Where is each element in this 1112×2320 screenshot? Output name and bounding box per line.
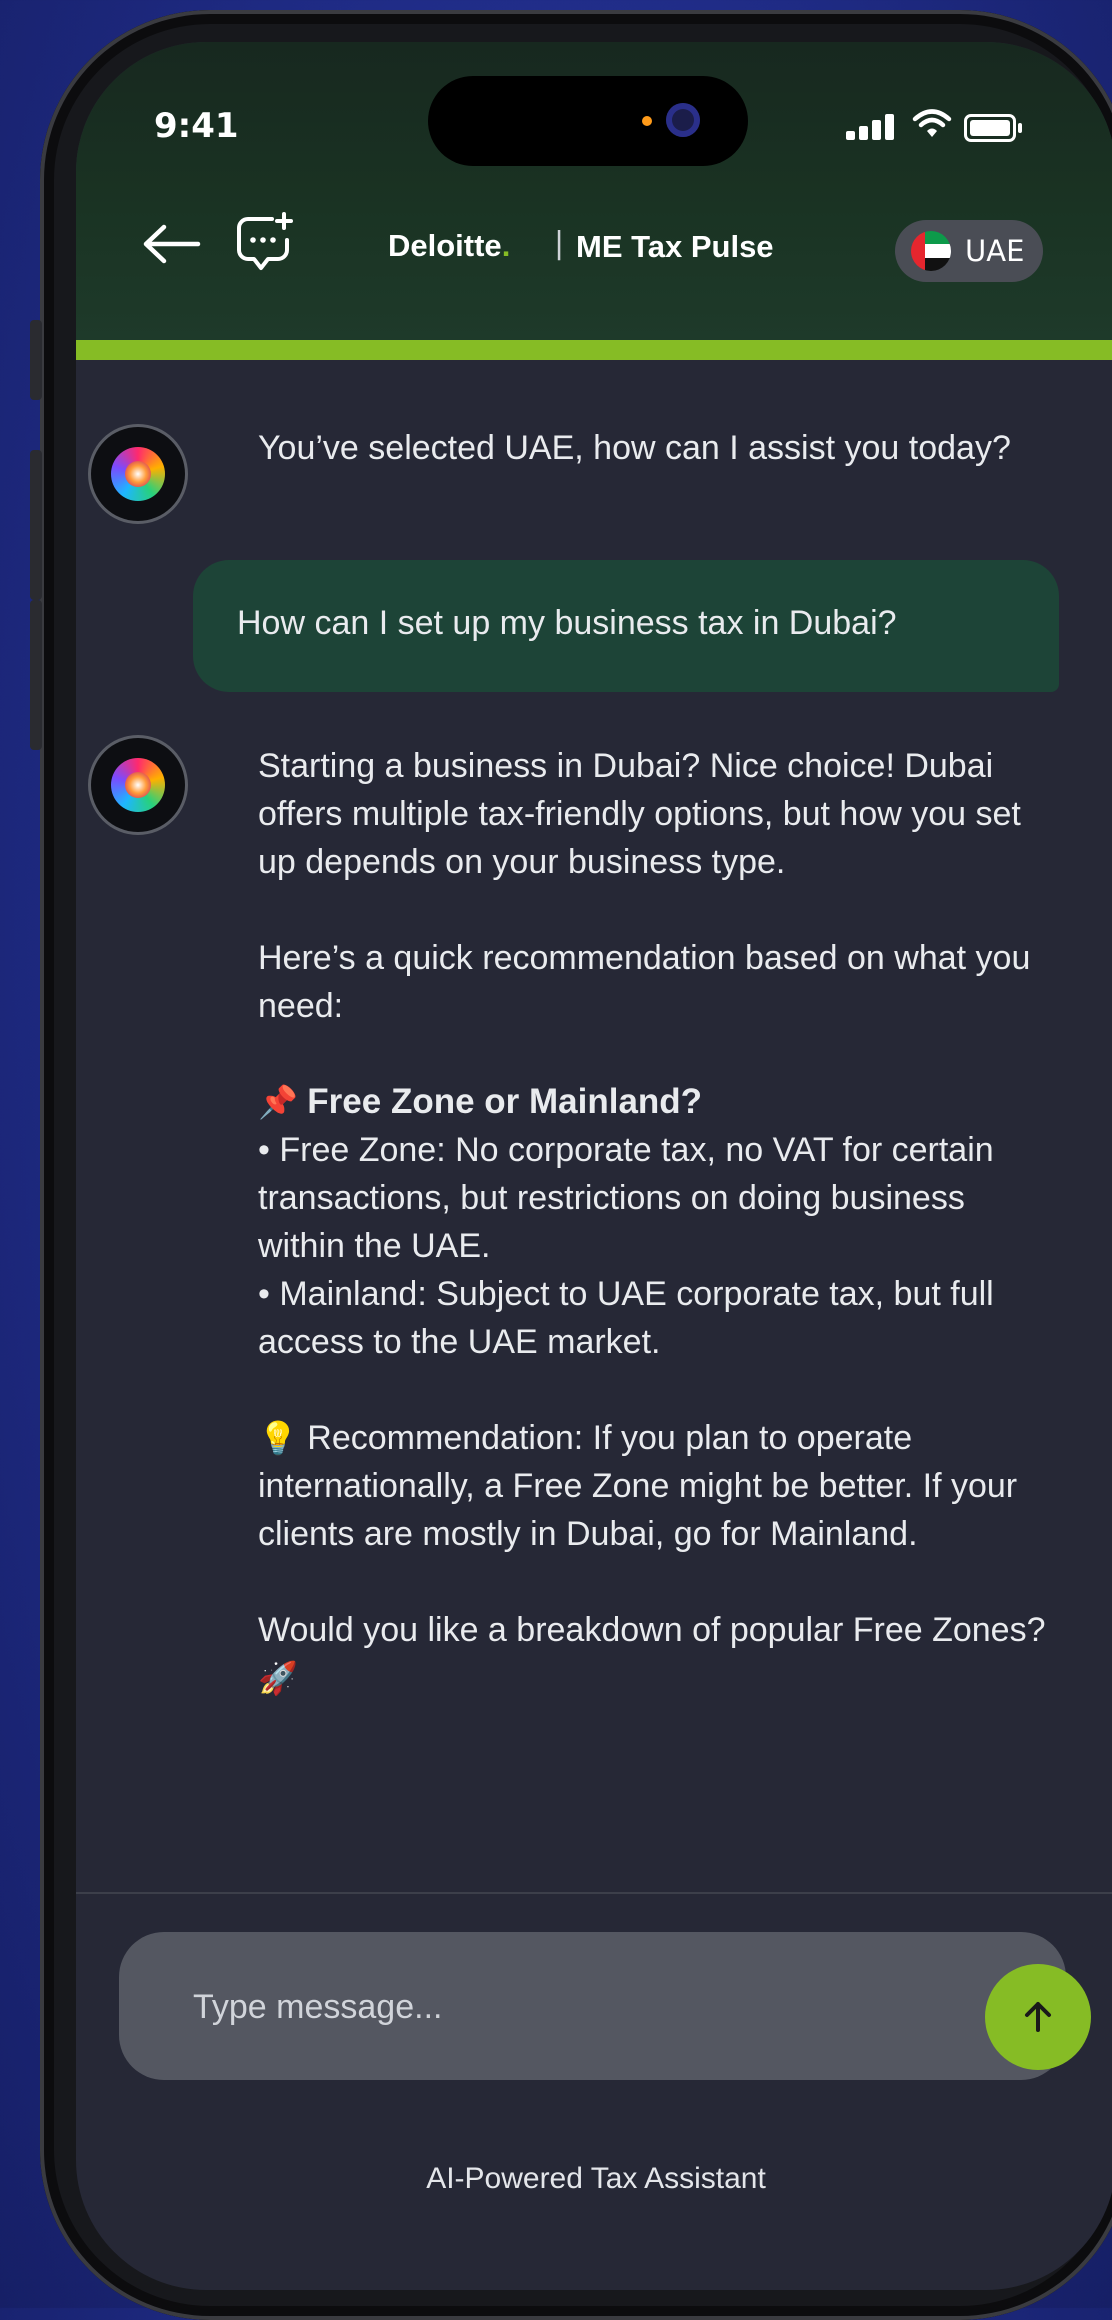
composer-divider <box>76 1892 1112 1894</box>
battery-icon <box>964 114 1022 142</box>
bullet-free-zone: • Free Zone: No corporate tax, no VAT fo… <box>258 1131 994 1265</box>
recommendation-text: Recommendation: If you plan to operate i… <box>258 1419 1018 1553</box>
privacy-indicator <box>642 116 652 126</box>
reply-heading: Free Zone or Mainland? <box>307 1082 703 1121</box>
reply-closing: Would you like a breakdown of popular Fr… <box>258 1606 1048 1702</box>
reply-lead: Here’s a quick recommendation based on w… <box>258 939 1031 1025</box>
bot-avatar-icon <box>91 738 185 832</box>
bot-message-greeting: You’ve selected UAE, how can I assist yo… <box>258 429 1011 467</box>
reply-recommendation: 💡 Recommendation: If you plan to operate… <box>258 1414 1048 1558</box>
message-composer <box>119 1932 1091 2080</box>
brand-separator: | <box>554 226 565 261</box>
phone-side-button <box>30 450 42 600</box>
reply-intro: Starting a business in Dubai? Nice choic… <box>258 747 1021 881</box>
back-arrow-icon[interactable] <box>142 224 202 264</box>
pin-icon: 📌 <box>258 1084 298 1120</box>
header-accent-line <box>76 340 1112 360</box>
bot-message-reply: Starting a business in Dubai? Nice choic… <box>258 742 1048 1702</box>
rocket-icon: 🚀 <box>258 1660 298 1696</box>
status-time: 9:41 <box>154 106 239 146</box>
reply-options: 📌 Free Zone or Mainland? • Free Zone: No… <box>258 1078 1048 1366</box>
lightbulb-icon: 💡 <box>258 1420 298 1456</box>
camera-icon <box>666 103 700 137</box>
wifi-icon <box>912 108 952 148</box>
brand-name: Deloitte <box>388 228 502 263</box>
brand-dot: . <box>501 228 511 263</box>
user-message-bubble: How can I set up my business tax in Duba… <box>193 560 1059 692</box>
bot-avatar-icon <box>91 427 185 521</box>
message-input[interactable] <box>191 1976 895 2038</box>
bullet-mainland: • Mainland: Subject to UAE corporate tax… <box>258 1275 994 1361</box>
country-label: UAE <box>965 234 1025 268</box>
new-chat-icon[interactable] <box>234 212 296 274</box>
user-message-text: How can I set up my business tax in Duba… <box>237 604 897 642</box>
phone-side-button <box>30 320 42 400</box>
send-button[interactable] <box>985 1964 1091 2070</box>
country-selector[interactable]: UAE <box>895 220 1043 282</box>
brand-logo: Deloitte. <box>388 228 510 264</box>
app-screen: 9:41 Deloitte. | ME Tax Pulse UAE You’ve… <box>76 42 1112 2290</box>
closing-text: Would you like a breakdown of popular Fr… <box>258 1611 1046 1649</box>
signal-icon <box>846 114 900 140</box>
footer-tagline: AI-Powered Tax Assistant <box>426 2162 766 2195</box>
send-arrow-icon <box>1025 2002 1051 2032</box>
dynamic-island <box>428 76 748 166</box>
app-title: ME Tax Pulse <box>576 229 774 264</box>
phone-side-button <box>30 600 42 750</box>
uae-flag-icon <box>911 231 951 271</box>
